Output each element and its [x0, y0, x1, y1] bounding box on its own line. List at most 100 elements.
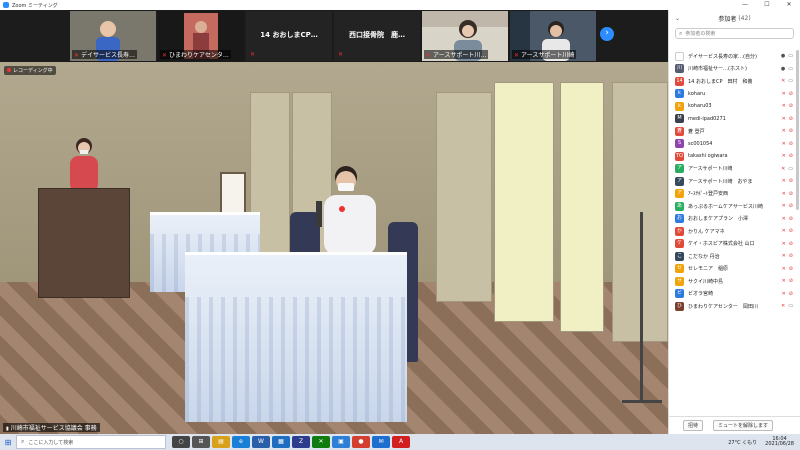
participant-name: takashi ogiwara: [688, 153, 728, 160]
participant-avatar: ビ: [675, 289, 684, 299]
participant-status: ✕ ⊘: [779, 278, 793, 284]
video-icon: ▭: [788, 165, 793, 172]
windows-start-icon[interactable]: ⊞: [0, 438, 16, 447]
main-speaker-video[interactable]: レコーディング中 ▮ 川崎市福祉サービス協議会 事務: [0, 62, 668, 434]
participant-avatar: k: [675, 89, 684, 99]
participant-name: medi-ipad0271: [688, 115, 726, 122]
participants-count: (42): [738, 14, 751, 22]
presenter-left-icon: [70, 138, 98, 192]
participant-avatar: こ: [675, 251, 684, 261]
speaker-name-label: ▮ 川崎市福祉サービス協議会 事務: [3, 423, 100, 432]
thumbnail-video[interactable]: ✕ デイサービス長寿…: [70, 11, 156, 61]
photos-icon[interactable]: ▣: [332, 436, 350, 448]
task-view-icon[interactable]: ○: [172, 436, 190, 448]
video-off-icon: ⊘: [788, 278, 793, 285]
participant-name: こだなか 丹治: [688, 253, 720, 260]
thumbnail-video[interactable]: ✕ アースサポート川…: [422, 11, 508, 61]
video-off-icon: ⊘: [788, 265, 793, 272]
participant-row[interactable]: ケケイ・ホスピア株式会社 山口 ✕ ⊘: [669, 238, 797, 251]
video-icon: ▭: [788, 65, 793, 72]
close-button[interactable]: ✕: [778, 0, 800, 10]
participant-avatar: M: [675, 114, 684, 124]
next-page-button[interactable]: ›: [600, 27, 614, 41]
participant-row[interactable]: ア ｱｰｽｻﾎﾟｰﾄ登戸安西 ✕ ⊘: [669, 188, 797, 201]
participant-row[interactable]: ササクイ川崎中島 ✕ ⊘: [669, 275, 797, 288]
word-icon[interactable]: W: [252, 436, 270, 448]
video-off-icon: ⊘: [788, 228, 793, 235]
participant-row[interactable]: ここだなか 丹治 ✕ ⊘: [669, 250, 797, 263]
thumbnail-video[interactable]: ✕ ひまわりケアセンタ…: [158, 11, 244, 61]
participant-row[interactable]: 蒼戸蒼 登戸 ✕⊘: [669, 125, 797, 143]
participant-avatar: サ: [675, 276, 684, 286]
participant-avatar: ア: [675, 176, 684, 186]
zoom-icon[interactable]: Z: [292, 436, 310, 448]
thumbnail-video[interactable]: ✕ アースサポート川崎: [510, 11, 596, 61]
participant-row[interactable]: Mmedi-ipad0271 ✕ ⊘: [669, 113, 797, 126]
participant-avatar: 14: [675, 76, 684, 86]
file-explorer-icon[interactable]: ▤: [212, 436, 230, 448]
participant-row[interactable]: ひひまわりケアセンター 岡田川 ✕ ▭: [669, 300, 797, 313]
mic-muted-icon: ✕: [781, 265, 786, 272]
mic-muted-icon: ✕: [781, 90, 786, 97]
mic-stand: [640, 212, 643, 402]
participant-name: セレモニア 稲原: [688, 266, 729, 273]
video-icon: ▭: [788, 303, 793, 310]
participant-status: ✕ ⊘: [779, 203, 793, 209]
participant-list: デイサービス長寿の家…(自分) ● ▭ 川川崎市福祉サー…(ホスト) ● ▭ 14 14 おお…: [669, 50, 797, 416]
chevron-down-icon[interactable]: ⌄: [675, 15, 680, 22]
participant-avatar: か: [675, 226, 684, 236]
participant-row[interactable]: ビビオラ宮崎 ✕ ⊘: [669, 288, 797, 301]
edge-icon[interactable]: e: [232, 436, 250, 448]
participant-row[interactable]: デイサービス長寿の家…(自分) ● ▭: [669, 50, 797, 63]
mic-muted-icon: ✕: [781, 290, 786, 297]
participant-status: ✕ ⊘: [779, 128, 793, 134]
mail-icon[interactable]: ✉: [372, 436, 390, 448]
mic-muted-icon: ✕: [781, 128, 786, 135]
mic-muted-icon: ✕: [781, 103, 786, 110]
participant-row[interactable]: k koharu03 ✕ ⊘: [669, 100, 797, 113]
video-off-icon: ⊘: [788, 115, 793, 122]
unmute-button[interactable]: ミュートを解除します: [713, 420, 774, 431]
participant-avatar: 川: [675, 64, 684, 74]
invite-button[interactable]: 招待: [683, 420, 704, 431]
participant-name: ひまわりケアセンター 岡田川: [688, 303, 758, 310]
participant-avatar: あ: [675, 201, 684, 211]
participant-row[interactable]: k koharu ✕ ⊘: [669, 88, 797, 101]
chrome-icon[interactable]: ●: [352, 436, 370, 448]
participant-status: ✕ ⊘: [779, 141, 793, 147]
participant-row[interactable]: 14 14 おおしまCP 田村 和義 ✕ ▭: [669, 75, 797, 88]
xbox-icon[interactable]: ✕: [312, 436, 330, 448]
zoom-logo-icon: [3, 2, 9, 8]
video-off-icon: ⊘: [788, 253, 793, 260]
clock[interactable]: 16:04 2021/06/28: [765, 437, 794, 447]
participant-row[interactable]: アアースサポート川崎 おやま ✕ ⊘: [669, 175, 797, 188]
weather-label[interactable]: 27°C くもり: [728, 439, 757, 446]
participant-row[interactable]: アアースサポート川崎 ✕ ▭: [669, 163, 797, 176]
store-icon[interactable]: ▦: [272, 436, 290, 448]
thumbnail-video[interactable]: 14 おおしまCP… ✕: [246, 11, 332, 61]
participant-row[interactable]: Ssc001054 ✕ ⊘: [669, 138, 797, 151]
minimize-button[interactable]: —: [734, 0, 756, 10]
mic-muted-icon: ✕: [781, 240, 786, 247]
participant-row[interactable]: ああっぷるホームケアサービス川崎 ✕ ⊘: [669, 200, 797, 213]
maximize-button[interactable]: ☐: [756, 0, 778, 10]
participant-status: ✕ ⊘: [779, 91, 793, 97]
participant-row[interactable]: かかりん ケアマネ ✕ ⊘: [669, 225, 797, 238]
participant-avatar: [675, 51, 684, 61]
mic-muted-icon: ✕: [781, 165, 786, 172]
participants-panel: ⌄ 参加者 (42) ⌕ 参加者の検索 デイサービス長寿の家…(自分) ● ▭ 川川崎…: [668, 10, 800, 434]
participant-row[interactable]: TO takashi ogiwara ✕ ⊘: [669, 150, 797, 163]
acrobat-icon[interactable]: A: [392, 436, 410, 448]
participant-list-scrollbar[interactable]: [796, 50, 799, 210]
participant-row[interactable]: おおおしまケアプラン 小澤 ✕ ⊘: [669, 213, 797, 226]
participant-search-input[interactable]: ⌕ 参加者の検索: [675, 28, 794, 39]
video-off-icon: ⊘: [788, 103, 793, 110]
taskbar-search-input[interactable]: ⌕ ここに入力して検索: [16, 435, 166, 449]
thumbnail-video[interactable]: 西口接骨院 鹿… ✕: [334, 11, 420, 61]
participant-status: ✕ ⊘: [779, 228, 793, 234]
video-icon: ▭: [788, 53, 793, 60]
cortana-icon[interactable]: ⊞: [192, 436, 210, 448]
participant-row[interactable]: 川川崎市福祉サー…(ホスト) ● ▭: [669, 63, 797, 76]
wall-panel: [560, 82, 604, 332]
participant-row[interactable]: セセレモニア 稲原 ✕ ⊘: [669, 263, 797, 276]
